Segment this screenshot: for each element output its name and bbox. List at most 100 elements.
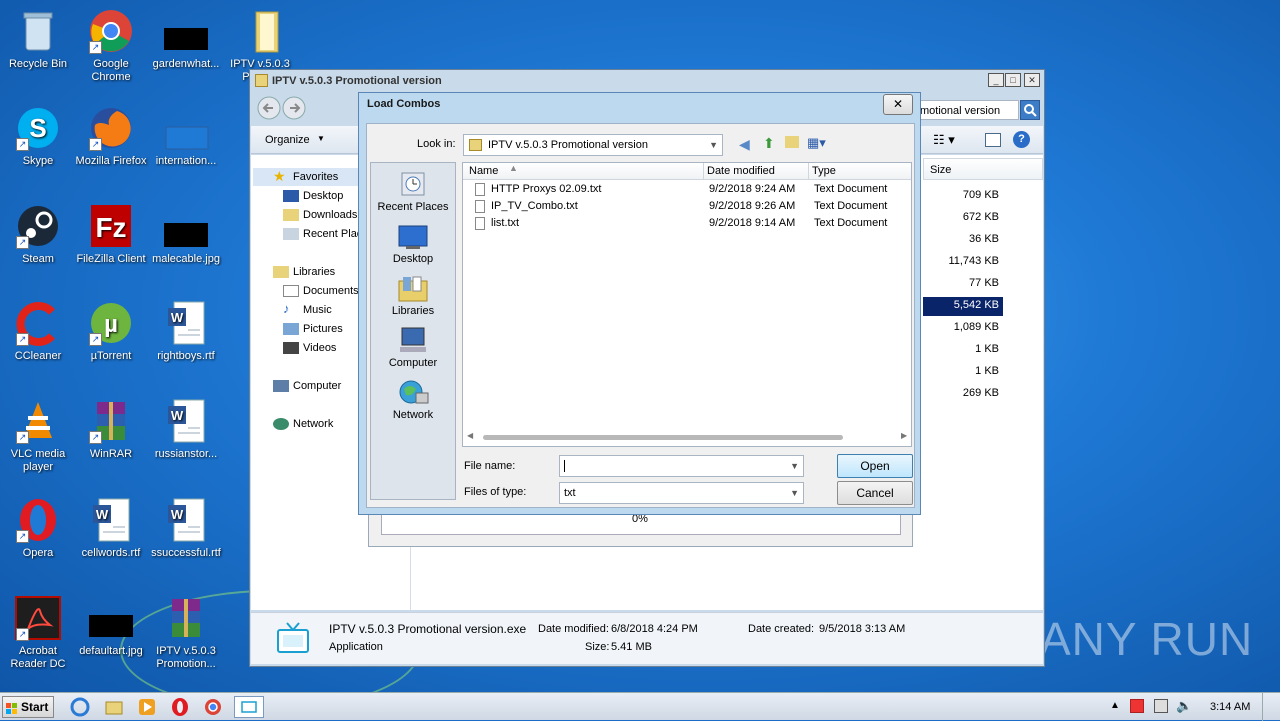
desktop-icon-winrar[interactable]: ↗ WinRAR xyxy=(73,398,149,461)
organize-button[interactable]: Organize xyxy=(265,134,310,146)
file-row[interactable]: IP_TV_Combo.txt 9/2/2018 9:26 AM Text Docu… xyxy=(463,198,911,215)
file-name-input[interactable]: ▼ xyxy=(559,455,804,477)
file-name: list.txt xyxy=(491,217,520,229)
size-cell[interactable]: 5,542 KB xyxy=(923,297,1003,316)
help-icon[interactable]: ? xyxy=(1013,131,1030,148)
nav-computer[interactable]: Computer xyxy=(273,378,341,394)
desktop-icon-iptv-rar[interactable]: IPTV v.5.0.3 Promotion... xyxy=(148,595,224,671)
desktop-icon-ssuccessful[interactable]: W ssuccessful.rtf xyxy=(148,497,224,560)
size-cell[interactable]: 1,089 KB xyxy=(923,319,1003,338)
size-cell[interactable]: 11,743 KB xyxy=(923,253,1003,272)
iptv-taskbar-button[interactable] xyxy=(234,696,264,718)
desktop-icon-firefox[interactable]: ↗ Mozilla Firefox xyxy=(73,105,149,168)
dialog-titlebar[interactable]: Load Combos xyxy=(359,93,920,115)
start-button[interactable]: Start xyxy=(2,696,54,718)
place-recent[interactable]: Recent Places xyxy=(371,169,455,214)
show-desktop-button[interactable] xyxy=(1262,693,1280,721)
desktop-icon-russianstor[interactable]: W russianstor... xyxy=(148,398,224,461)
scroll-right-icon[interactable]: ▶ xyxy=(901,431,907,440)
nav-libraries[interactable]: Libraries xyxy=(273,264,335,280)
network-status-icon[interactable] xyxy=(1154,699,1168,713)
size-cell[interactable]: 269 KB xyxy=(923,385,1003,404)
place-computer[interactable]: Computer xyxy=(371,325,455,370)
back-icon[interactable]: ◀ xyxy=(739,136,750,153)
back-forward-buttons[interactable] xyxy=(256,96,308,120)
desktop-icon-ccleaner[interactable]: ↗ CCleaner xyxy=(0,300,76,363)
desktop-icon-cellwords[interactable]: W cellwords.rtf xyxy=(73,497,149,560)
scrollbar-thumb[interactable] xyxy=(483,435,843,440)
size-cell[interactable]: 1 KB xyxy=(923,363,1003,382)
clock[interactable]: 3:14 AM xyxy=(1210,701,1250,713)
anyrun-watermark: ANY RUN xyxy=(1040,613,1254,665)
desktop-icon-acrobat[interactable]: ↗ Acrobat Reader DC xyxy=(0,595,76,671)
desktop-icon-utorrent[interactable]: µ ↗ µTorrent xyxy=(73,300,149,363)
desktop-icon-malecable[interactable]: malecable.jpg xyxy=(148,203,224,266)
up-folder-icon[interactable]: ⬆ xyxy=(763,135,775,152)
nav-recent-places[interactable]: Recent Plac xyxy=(283,226,362,242)
view-options-icon[interactable]: ☷ ▾ xyxy=(933,132,955,148)
desktop-icon-skype[interactable]: S ↗ Skype xyxy=(0,105,76,168)
nav-videos[interactable]: Videos xyxy=(283,340,336,356)
explorer-taskbar-icon[interactable] xyxy=(104,697,124,717)
opera-taskbar-icon[interactable] xyxy=(170,697,190,717)
preview-pane-icon[interactable] xyxy=(985,133,1001,147)
look-in-dropdown[interactable]: IPTV v.5.0.3 Promotional version ▼ xyxy=(463,134,723,156)
size-column-header[interactable]: Size xyxy=(923,158,1043,180)
desktop-icon-chrome[interactable]: ↗ Google Chrome xyxy=(73,8,149,84)
size-cell[interactable]: 672 KB xyxy=(923,209,1003,228)
desktop-icon-rightboys[interactable]: W rightboys.rtf xyxy=(148,300,224,363)
nav-downloads[interactable]: Downloads xyxy=(283,207,357,223)
desktop-icon-vlc[interactable]: ↗ VLC media player xyxy=(0,398,76,474)
size-cell[interactable]: 1 KB xyxy=(923,341,1003,360)
scroll-left-icon[interactable]: ◀ xyxy=(467,431,473,440)
place-libraries[interactable]: Libraries xyxy=(371,273,455,318)
nav-documents[interactable]: Documents xyxy=(283,283,359,299)
file-type: Text Document xyxy=(814,200,888,212)
horizontal-scrollbar[interactable]: ◀ ▶ xyxy=(465,431,911,443)
size-cell[interactable]: 709 KB xyxy=(923,187,1003,206)
size-cell[interactable]: 77 KB xyxy=(923,275,1003,294)
dialog-close-button[interactable]: ✕ xyxy=(883,94,913,115)
explorer-titlebar[interactable]: IPTV v.5.0.3 Promotional version _ □ ✕ xyxy=(250,70,1044,92)
place-network[interactable]: Network xyxy=(371,377,455,422)
media-player-icon[interactable] xyxy=(137,697,157,717)
file-type-dropdown[interactable]: txt ▼ xyxy=(559,482,804,504)
close-button[interactable]: ✕ xyxy=(1024,73,1040,87)
desktop-icon-opera[interactable]: ↗ Opera xyxy=(0,497,76,560)
action-center-icon[interactable] xyxy=(1130,699,1144,713)
search-field-text: motional version xyxy=(920,105,1001,117)
size-cell[interactable]: 36 KB xyxy=(923,231,1003,250)
nav-music[interactable]: ♪ Music xyxy=(283,301,332,318)
desktop-icon-gardenwhat[interactable]: gardenwhat... xyxy=(148,8,224,71)
details-date-modified-label: Date modified: xyxy=(538,623,609,635)
show-hidden-icons[interactable]: ▲ xyxy=(1110,700,1120,711)
view-menu-icon[interactable]: ▦▾ xyxy=(807,135,826,151)
minimize-button[interactable]: _ xyxy=(988,73,1004,87)
nav-pictures[interactable]: Pictures xyxy=(283,321,343,337)
file-row[interactable]: HTTP Proxys 02.09.txt 9/2/2018 9:24 AM Tex… xyxy=(463,181,911,198)
nav-network[interactable]: Network xyxy=(273,416,333,432)
volume-icon[interactable]: 🔈 xyxy=(1176,698,1192,714)
nav-favorites[interactable]: ★ Favorites xyxy=(273,168,338,185)
place-desktop[interactable]: Desktop xyxy=(371,221,455,266)
open-button[interactable]: Open xyxy=(837,454,913,478)
maximize-button[interactable]: □ xyxy=(1005,73,1021,87)
column-header-date[interactable]: Date modified xyxy=(707,165,775,177)
desktop-icon-defaultart[interactable]: defaultart.jpg xyxy=(73,595,149,658)
desktop-icon-recycle-bin[interactable]: Recycle Bin xyxy=(0,8,76,71)
cancel-button[interactable]: Cancel xyxy=(837,481,913,505)
new-folder-icon[interactable] xyxy=(785,136,799,148)
desktop-icon-steam[interactable]: ↗ Steam xyxy=(0,203,76,266)
ie-icon[interactable] xyxy=(70,697,90,717)
search-field[interactable]: motional version xyxy=(915,100,1019,120)
desktop-icon-internation[interactable]: internation... xyxy=(148,105,224,168)
chevron-down-icon: ▼ xyxy=(790,488,799,498)
search-icon[interactable] xyxy=(1020,100,1040,120)
file-row[interactable]: list.txt 9/2/2018 9:14 AM Text Document xyxy=(463,215,911,232)
chrome-taskbar-icon[interactable] xyxy=(203,697,223,717)
nav-desktop[interactable]: Desktop xyxy=(283,188,343,204)
column-header-type[interactable]: Type xyxy=(812,165,836,177)
desktop-icon-filezilla[interactable]: Fz FileZilla Client xyxy=(73,203,149,266)
column-header-name[interactable]: Name xyxy=(469,165,498,177)
desktop-icon xyxy=(396,221,430,251)
